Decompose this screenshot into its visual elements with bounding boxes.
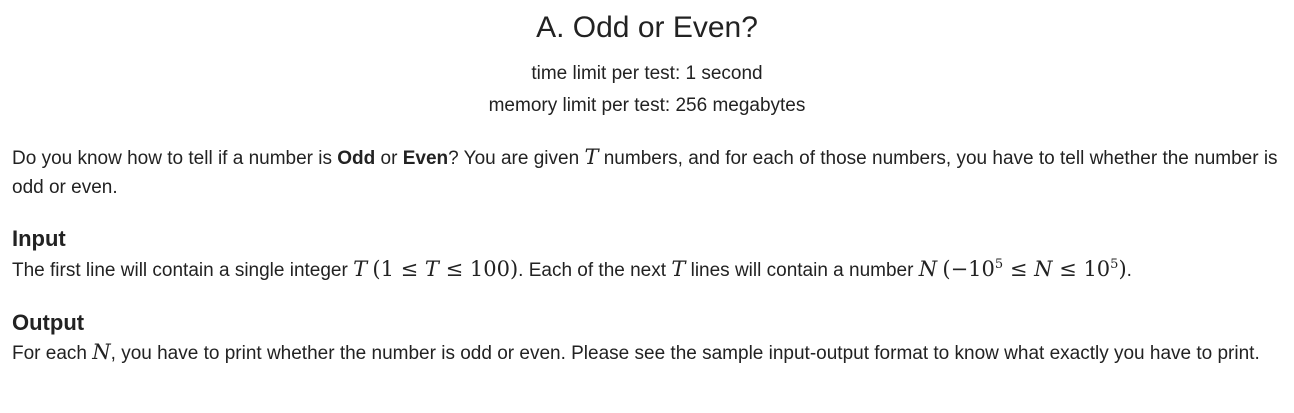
math-var-t: T: [584, 145, 599, 169]
output-heading: Output: [12, 310, 85, 335]
statement-text: ? You are given: [448, 148, 585, 169]
output-specification: For each N, you have to print whether th…: [12, 338, 1287, 368]
math-constraint-t: (1 ≤ T ≤ 100): [372, 257, 519, 281]
input-text: .: [1126, 260, 1132, 281]
math-var-n: N: [918, 257, 938, 281]
output-text: For each: [12, 343, 93, 364]
statement-text: or: [375, 148, 403, 169]
problem-title: A. Odd or Even?: [536, 11, 758, 44]
input-text: . Each of the next: [518, 260, 672, 281]
math-constraint-n: (−105 ≤ N ≤ 105): [942, 257, 1127, 281]
time-limit: time limit per test: 1 second: [531, 63, 763, 84]
math-var-t: T: [353, 257, 368, 281]
input-text: lines will contain a number: [685, 260, 919, 281]
input-heading: Input: [12, 226, 66, 251]
input-text: The first line will contain a single int…: [12, 260, 354, 281]
bold-odd: Odd: [337, 148, 376, 169]
bold-even: Even: [402, 148, 449, 169]
input-specification: The first line will contain a single int…: [12, 255, 1287, 285]
memory-limit: memory limit per test: 256 megabytes: [488, 95, 806, 116]
output-text: , you have to print whether the number i…: [110, 343, 1260, 364]
statement-text: Do you know how to tell if a number is: [12, 148, 338, 169]
math-var-n: N: [92, 340, 111, 364]
problem-statement: Do you know how to tell if a number is O…: [12, 143, 1287, 202]
math-var-t: T: [671, 257, 686, 281]
